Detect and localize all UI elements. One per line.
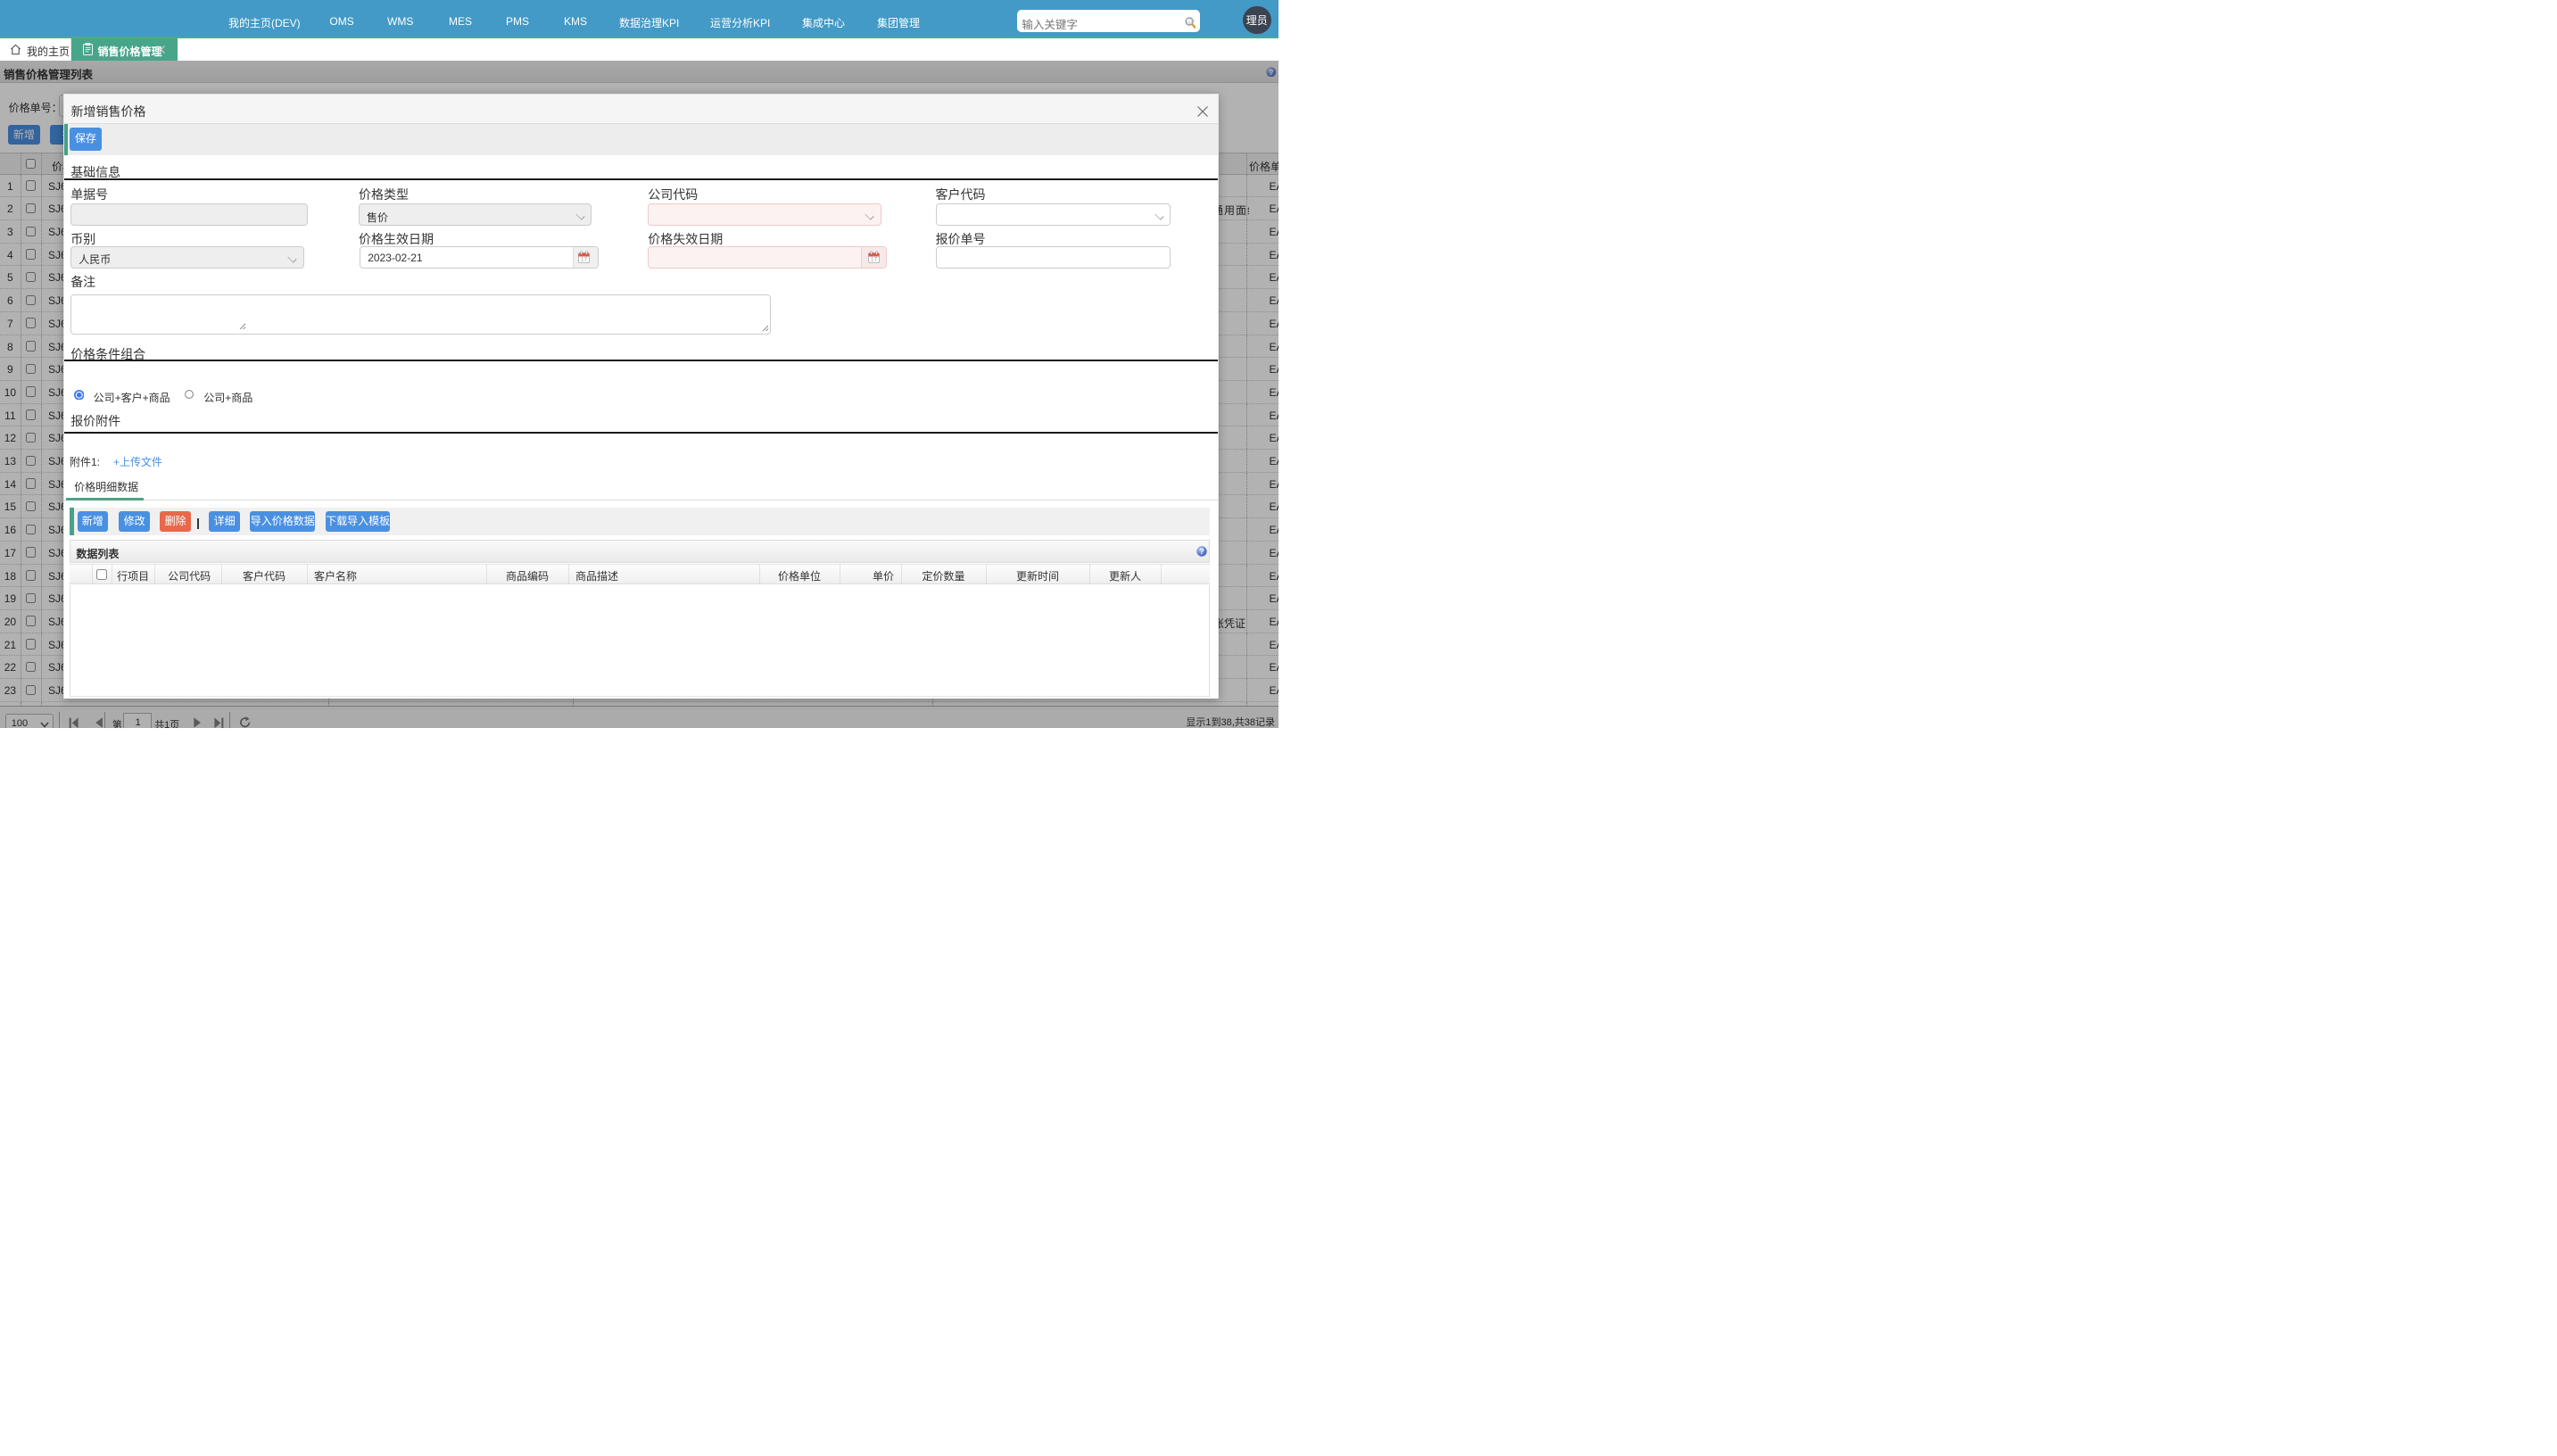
svg-text:17: 17 xyxy=(871,257,878,263)
svg-text:?: ? xyxy=(1200,548,1205,557)
svg-text:17: 17 xyxy=(581,257,588,263)
